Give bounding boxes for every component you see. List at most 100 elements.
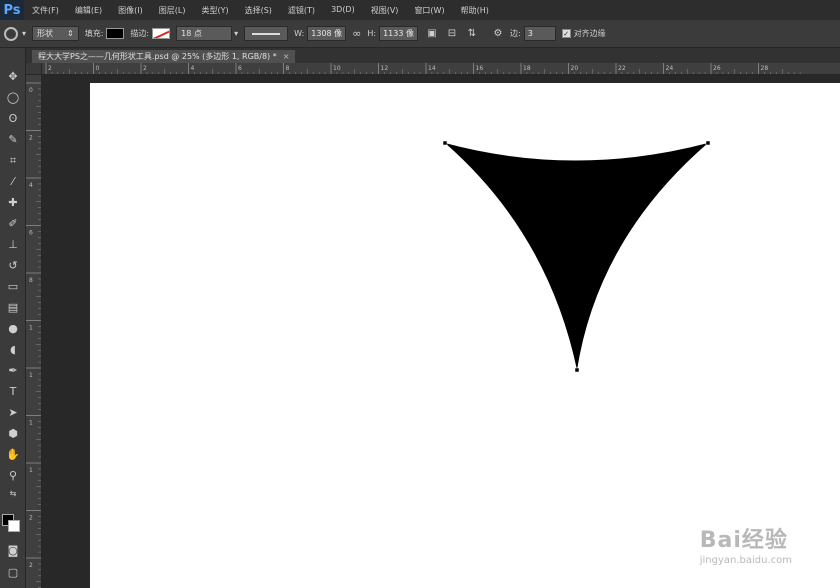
menu-item[interactable]: 帮助(H) (453, 5, 497, 16)
dodge-tool-icon[interactable]: ◖ (0, 339, 26, 360)
close-icon[interactable]: × (283, 52, 290, 61)
menu-item[interactable]: 文件(F) (24, 5, 67, 16)
zoom-tool-icon[interactable]: ⚲ (0, 465, 26, 486)
path-selection-tool-icon[interactable]: ➤ (0, 402, 26, 423)
menu-item[interactable]: 类型(Y) (193, 5, 236, 16)
vertical-ruler[interactable]: 0 2 4 6 8 1 1 1 1 2 2 (26, 75, 42, 588)
gear-icon[interactable]: ⚙ (490, 26, 506, 42)
polygon-shape[interactable] (445, 143, 708, 370)
chevron-down-icon[interactable]: ▾ (234, 29, 238, 38)
document-canvas[interactable]: Bai经验 jingyan.baidu.com (90, 83, 840, 588)
menu-items: 文件(F) 编辑(E) 图像(I) 图层(L) 类型(Y) 选择(S) 滤镜(T) 3D(D)… (24, 5, 497, 16)
screen-mode-icon[interactable]: ▢ (0, 562, 26, 583)
watermark-domain: jingyan.baidu.com (699, 555, 792, 566)
ruler-label: 8 (29, 277, 33, 284)
watermark: Bai经验 jingyan.baidu.com (700, 522, 792, 566)
ruler-label: 26 (713, 65, 721, 72)
shape-layer (442, 140, 711, 373)
menu-item[interactable]: 图层(L) (151, 5, 194, 16)
height-field[interactable]: 1133 像 (379, 26, 418, 41)
ruler-origin[interactable] (26, 63, 42, 75)
menu-item[interactable]: 滤镜(T) (280, 5, 323, 16)
chevron-updown-icon: ⇕ (67, 29, 74, 38)
options-bar: ▾ 形状 ⇕ 填充: 描边: 18 点 ▾ W: 1308 像 ∞ H: 113… (0, 20, 840, 48)
sides-label: 边: (509, 29, 521, 38)
ruler-label: 10 (333, 65, 341, 72)
photoshop-logo: Ps (0, 0, 24, 20)
anchor-point[interactable] (574, 367, 580, 373)
ruler-label: 22 (618, 65, 626, 72)
type-tool-icon[interactable]: T (0, 381, 26, 402)
stroke-type-select[interactable] (244, 26, 289, 41)
fill-label: 填充: (84, 29, 104, 38)
stroke-size-field[interactable]: 18 点 (176, 26, 233, 41)
fill-control[interactable]: 填充: (85, 28, 125, 39)
history-brush-tool-icon[interactable]: ↺ (0, 255, 26, 276)
ruler-label: 4 (29, 182, 33, 189)
link-icon[interactable]: ∞ (352, 27, 361, 40)
horizontal-ruler-ticks: 2 0 2 4 6 8 10 12 14 16 18 20 22 24 26 28 (45, 63, 801, 74)
tool-preset-picker[interactable]: ▾ (4, 26, 27, 41)
menu-item[interactable]: 图像(I) (110, 5, 151, 16)
sides-value: 3 (527, 29, 533, 38)
ruler-label: 14 (428, 65, 436, 72)
sides-field[interactable]: 3 (523, 26, 556, 41)
menu-bar: Ps 文件(F) 编辑(E) 图像(I) 图层(L) 类型(Y) 选择(S) 滤镜(T) 3D… (0, 0, 840, 20)
align-edges-checkbox[interactable]: ✓ 对齐边缘 (561, 28, 606, 39)
stroke-control[interactable]: 描边: (130, 28, 171, 39)
hand-tool-icon[interactable]: ✋ (0, 444, 26, 465)
blur-tool-icon[interactable]: ● (0, 318, 26, 339)
fill-swatch[interactable] (106, 28, 125, 39)
width-label: W: (294, 29, 305, 38)
crop-tool-icon[interactable]: ⌗ (0, 150, 26, 171)
menu-item[interactable]: 编辑(E) (67, 5, 110, 16)
ruler-label: 6 (29, 230, 33, 237)
menu-item[interactable]: 视图(V) (363, 5, 407, 16)
ruler-label: 12 (381, 65, 389, 72)
lasso-tool-icon[interactable]: ʘ (0, 108, 26, 129)
path-arrangement-icon[interactable]: ⇅ (464, 26, 480, 42)
anchor-point[interactable] (442, 140, 448, 146)
ruler-label: 0 (29, 87, 33, 94)
swap-colors-icon[interactable]: ⇆ (0, 486, 26, 500)
clone-stamp-tool-icon[interactable]: ⊥ (0, 234, 26, 255)
chevron-down-icon: ▾ (22, 29, 27, 38)
workspace: Bai经验 jingyan.baidu.com (42, 75, 840, 588)
horizontal-ruler[interactable]: 2 0 2 4 6 8 10 12 14 16 18 20 22 24 26 28 (42, 63, 840, 75)
document-tab-title: 程大大学PS之——几何形状工具.psd @ 25% (多边形 1, RGB/8)… (38, 52, 277, 61)
menu-item[interactable]: 窗口(W) (406, 5, 452, 16)
mode-select[interactable]: 形状 ⇕ (32, 26, 79, 41)
ruler-label: 4 (191, 65, 195, 72)
background-color[interactable] (8, 520, 20, 532)
watermark-brand: Bai经验 (699, 528, 788, 553)
quick-mask-icon[interactable]: ◙ (0, 540, 26, 561)
pen-tool-icon[interactable]: ✒ (0, 360, 26, 381)
brush-tool-icon[interactable]: ✐ (0, 213, 26, 234)
menu-item[interactable]: 3D(D) (323, 5, 363, 16)
ruler-label: 1 (29, 420, 33, 427)
ruler-label: 20 (571, 65, 579, 72)
eraser-tool-icon[interactable]: ▭ (0, 276, 26, 297)
healing-brush-tool-icon[interactable]: ✚ (0, 192, 26, 213)
path-alignment-icon[interactable]: ⊟ (444, 26, 460, 42)
width-field[interactable]: 1308 像 (307, 26, 347, 41)
stroke-size-value: 18 点 (181, 29, 202, 38)
height-value: 1133 像 (383, 29, 414, 38)
path-operations-icon[interactable]: ▣ (424, 26, 440, 42)
tab-bar: 程大大学PS之——几何形状工具.psd @ 25% (多边形 1, RGB/8)… (26, 48, 840, 63)
stroke-line-icon (252, 32, 281, 35)
move-tool-icon[interactable]: ✥ (0, 66, 26, 87)
marquee-tool-icon[interactable]: ◯ (0, 87, 26, 108)
ruler-label: 1 (29, 325, 33, 332)
stroke-swatch[interactable] (152, 28, 171, 39)
gradient-tool-icon[interactable]: ▤ (0, 297, 26, 318)
toolbox: ✥ ◯ ʘ ✎ ⌗ ⁄ ✚ ✐ ⊥ ↺ ▭ ▤ ● ◖ ✒ T ➤ ⬢ ✋ ⚲ … (0, 48, 26, 588)
menu-item[interactable]: 选择(S) (237, 5, 280, 16)
eyedropper-tool-icon[interactable]: ⁄ (0, 171, 26, 192)
polygon-tool-icon[interactable]: ⬢ (0, 423, 26, 444)
document-tab[interactable]: 程大大学PS之——几何形状工具.psd @ 25% (多边形 1, RGB/8)… (32, 50, 296, 63)
height-label: H: (367, 29, 377, 38)
ruler-label: 2 (29, 562, 33, 569)
anchor-point[interactable] (705, 140, 711, 146)
quick-select-tool-icon[interactable]: ✎ (0, 129, 26, 150)
